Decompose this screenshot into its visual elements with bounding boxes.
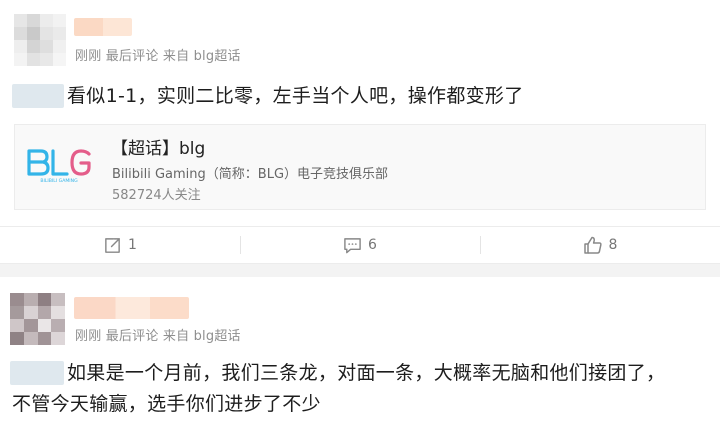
comment-button[interactable]: 6: [240, 227, 480, 263]
post-content-line-2: 不管今天输赢，选手你们进步了不少: [12, 393, 321, 415]
post-content: 看似1-1，实则二比零，左手当个人吧，操作都变形了: [67, 85, 524, 107]
like-button[interactable]: 8: [480, 227, 720, 263]
card-followers: 582724人关注: [112, 188, 201, 203]
card-subtitle: Bilibili Gaming（简称：BLG）电子竞技俱乐部: [112, 167, 389, 182]
supertopic-card[interactable]: BILIBILI GAMING 【超话】blg Bilibili Gaming（…: [14, 124, 706, 210]
post-meta: 刚刚 最后评论 来自 blg超话: [75, 329, 241, 344]
share-button[interactable]: 1: [0, 227, 240, 263]
like-icon: [583, 235, 603, 255]
logo-caption: BILIBILI GAMING: [40, 178, 78, 184]
like-count: 8: [608, 237, 618, 253]
post-card: 刚刚 最后评论 来自 blg超话 看似1-1，实则二比零，左手当个人吧，操作都变…: [0, 0, 720, 263]
blg-logo: BILIBILI GAMING: [23, 143, 95, 185]
post-meta: 刚刚 最后评论 来自 blg超话: [75, 49, 241, 64]
avatar[interactable]: [14, 14, 66, 66]
share-count: 1: [128, 237, 137, 253]
avatar[interactable]: [10, 293, 65, 345]
mention-redacted[interactable]: [10, 361, 64, 385]
post-card: 刚刚 最后评论 来自 blg超话 如果是一个月前，我们三条龙，对面一条，大概率无…: [0, 277, 720, 428]
comment-icon: [343, 236, 362, 255]
card-title[interactable]: 【超话】blg: [111, 134, 205, 159]
action-bar: 1 6 8: [0, 226, 720, 263]
post-separator: [0, 263, 720, 277]
username-redacted[interactable]: [74, 297, 189, 319]
mention-redacted[interactable]: [12, 84, 64, 108]
share-icon: [103, 236, 122, 255]
post-content-line-1: 如果是一个月前，我们三条龙，对面一条，大概率无脑和他们接团了，: [67, 362, 666, 384]
comment-count: 6: [368, 237, 377, 253]
username-redacted[interactable]: [74, 18, 132, 36]
